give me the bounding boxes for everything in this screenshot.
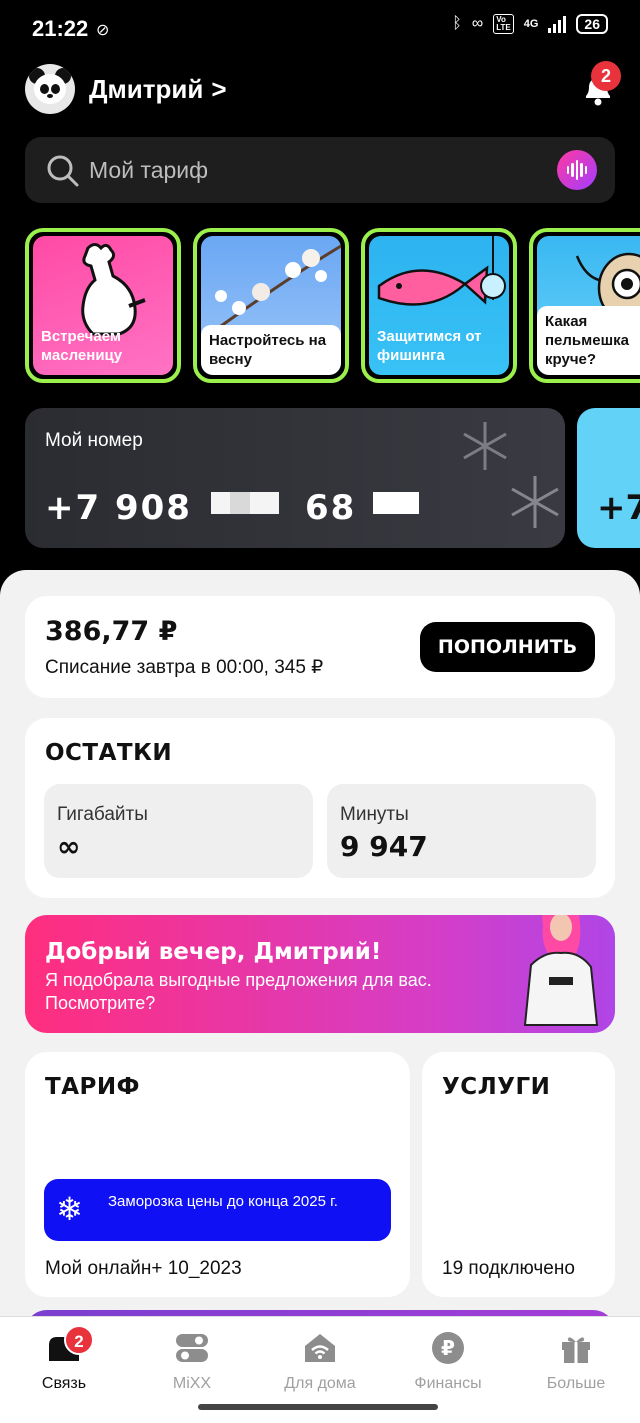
minutes-label: Минуты (340, 804, 409, 825)
services-count: 19 подключено (442, 1258, 575, 1279)
link-icon: ⊘ (96, 22, 110, 39)
tariff-title: ТАРИФ (45, 1074, 140, 1100)
tariff-name: Мой онлайн+ 10_2023 (45, 1258, 242, 1279)
notifications-badge: 2 (591, 61, 621, 91)
home-indicator[interactable] (198, 1404, 438, 1410)
nav-label: Связь (41, 1375, 87, 1392)
phone-number-prefix: +7 908 (45, 488, 192, 528)
volte-icon: Vo LTE (493, 14, 514, 34)
home-wifi-icon (305, 1334, 335, 1362)
search-bar[interactable] (25, 137, 615, 203)
nav-item-mixx[interactable]: MiXX (128, 1331, 256, 1393)
remains-title: ОСТАТКИ (45, 740, 173, 766)
my-number-card[interactable]: Мой номер +7 908 68 (25, 408, 565, 548)
profile-name[interactable]: Дмитрий (89, 74, 203, 105)
status-icons: ᛒ ∞ Vo LTE 4G 26 (452, 14, 608, 34)
minutes-tile[interactable]: Минуты 9 947 (327, 784, 596, 878)
toggle-icon (176, 1334, 208, 1362)
balance-amount: 386,77 ₽ (45, 616, 178, 647)
gift-icon (562, 1337, 590, 1363)
remains-card[interactable]: ОСТАТКИ Гигабайты ∞ Минуты 9 947 (25, 718, 615, 898)
services-title: УСЛУГИ (442, 1074, 551, 1100)
my-number-title: Мой номер (45, 430, 143, 451)
nav-item-more[interactable]: Больше (512, 1331, 640, 1393)
snowflake-icon (511, 476, 559, 528)
chevron-right-icon: > (211, 73, 227, 104)
second-number-preview: +7 (597, 488, 640, 528)
story-label: Настройтесь на весну (201, 325, 341, 375)
gigabytes-value: ∞ (57, 830, 81, 863)
story-spring[interactable]: Настройтесь на весну (193, 228, 349, 383)
price-freeze-badge[interactable]: ❄ Заморозка цены до конца 2025 г. (44, 1179, 391, 1241)
profile-header[interactable]: Дмитрий > (25, 64, 227, 114)
assistant-avatar (523, 915, 599, 1026)
nav-label: MiXX (172, 1375, 212, 1392)
second-number-card[interactable]: +7 (577, 408, 640, 548)
charge-note: Списание завтра в 00:00, 345 ₽ (45, 657, 324, 678)
avatar[interactable] (25, 64, 75, 114)
network-type: 4G (523, 18, 539, 30)
nav-badge: 2 (64, 1325, 94, 1355)
nav-item-connection[interactable]: 2 Связь (0, 1325, 128, 1393)
gigabytes-tile[interactable]: Гигабайты ∞ (44, 784, 313, 878)
story-phishing[interactable]: Защитимся от фишинга (361, 228, 517, 383)
link-icon: ∞ (471, 15, 484, 32)
promo-text: Я подобрала выгодные предложения для вас… (45, 970, 432, 1013)
services-card[interactable]: УСЛУГИ 19 подключено (422, 1052, 615, 1297)
snowflake-icon: ❄ (56, 1191, 83, 1227)
nav-label: Финансы (414, 1375, 482, 1392)
search-icon (47, 155, 79, 187)
battery-icon: 26 (576, 14, 608, 34)
phone-number-mid: 68 (305, 488, 357, 528)
ruble-icon: ₽ (432, 1332, 464, 1364)
hidden-digits-mask (373, 492, 419, 514)
svg-text:₽: ₽ (441, 1336, 455, 1360)
status-time: 21:22 (32, 16, 89, 41)
price-freeze-text: Заморозка цены до конца 2025 г. (108, 1193, 338, 1210)
hidden-digits-mask (230, 492, 250, 514)
story-maslenitsa[interactable]: Встречаем масленицу (25, 228, 181, 383)
story-dumpling[interactable]: Какая пельмешка круче? (529, 228, 640, 383)
nav-item-finance[interactable]: ₽ Финансы (384, 1331, 512, 1393)
story-label: Встречаем масленицу (41, 328, 123, 364)
snowflake-icon (463, 422, 507, 470)
story-label: Какая пельмешка круче? (537, 306, 640, 375)
search-input[interactable] (89, 137, 539, 203)
assistant-promo-banner[interactable]: Добрый вечер, Дмитрий! Я подобрала выгод… (25, 915, 615, 1033)
bluetooth-icon: ᛒ (452, 15, 462, 32)
nav-label: Для дома (284, 1375, 356, 1392)
signal-icon (548, 15, 567, 33)
nav-item-home[interactable]: Для дома (256, 1331, 384, 1393)
tariff-card[interactable]: ТАРИФ ❄ Заморозка цены до конца 2025 г. … (25, 1052, 410, 1297)
status-bar: 21:22 ⊘ ᛒ ∞ Vo LTE 4G 26 (0, 0, 640, 58)
promo-title: Добрый вечер, Дмитрий! (45, 939, 382, 965)
topup-button[interactable]: ПОПОЛНИТЬ (420, 622, 595, 672)
nav-label: Больше (546, 1375, 606, 1392)
gigabytes-label: Гигабайты (57, 804, 148, 825)
minutes-value: 9 947 (340, 830, 428, 863)
phone-number: +7 908 (45, 488, 192, 528)
voice-assistant-button[interactable] (557, 150, 597, 190)
blossom-branch-icon (215, 244, 341, 328)
balance-card[interactable]: 386,77 ₽ Списание завтра в 00:00, 345 ₽ … (25, 596, 615, 698)
story-label: Защитимся от фишинга (377, 328, 482, 364)
